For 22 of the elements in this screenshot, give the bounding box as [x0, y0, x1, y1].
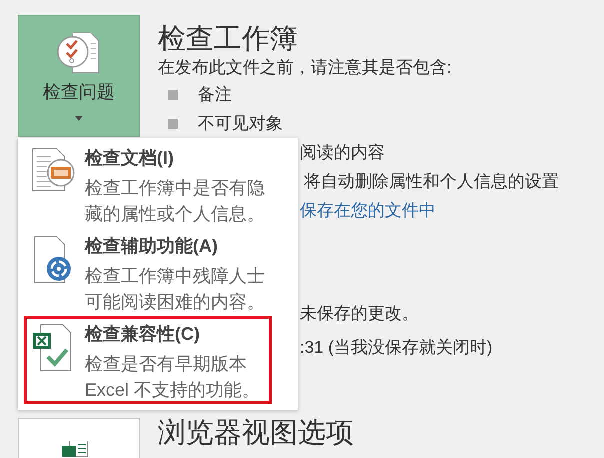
- info-text: 未保存的更改。: [300, 304, 419, 323]
- bullet-text: 备注: [198, 84, 232, 106]
- item-description: 检查工作簿中残障人士 可能阅读困难的内容。: [85, 265, 265, 314]
- item-description: 检查工作簿中是否有隐 藏的属性或个人信息。: [85, 177, 265, 226]
- section-title: 浏览器视图选项: [158, 416, 354, 450]
- menu-item[interactable]: 检查文档(I) 检查工作簿中是否有隐 藏的属性或个人信息。: [24, 140, 276, 228]
- info-text: :31 (当我没保存就关闭时): [300, 338, 493, 357]
- bullet-icon: [168, 90, 178, 100]
- info-text: 阅读的内容: [300, 143, 385, 162]
- section-subtitle: 在发布此文件之前，请注意其是否包含:: [158, 57, 453, 79]
- item-description: 检查是否有早期版本 Excel 不支持的功能。: [85, 353, 260, 402]
- info-text: 将自动删除属性和个人信息的设置: [304, 172, 559, 191]
- link[interactable]: 保存在您的文件中: [300, 201, 436, 220]
- bullet-text: 不可见对象: [198, 113, 283, 135]
- bullet-icon: [168, 118, 178, 128]
- browser-view-button[interactable]: [18, 418, 140, 458]
- dropdown-caret-icon: [75, 116, 83, 121]
- inspect-checklist-icon: [57, 32, 101, 74]
- menu-item[interactable]: 检查兼容性(C) 检查是否有早期版本 Excel 不支持的功能。: [24, 316, 272, 404]
- menu-item[interactable]: 检查辅助功能(A) 检查工作簿中残障人士 可能阅读困难的内容。: [24, 228, 276, 316]
- inspect-issues-button[interactable]: 检查问题: [18, 15, 140, 137]
- section-title: 检查工作簿: [158, 22, 299, 56]
